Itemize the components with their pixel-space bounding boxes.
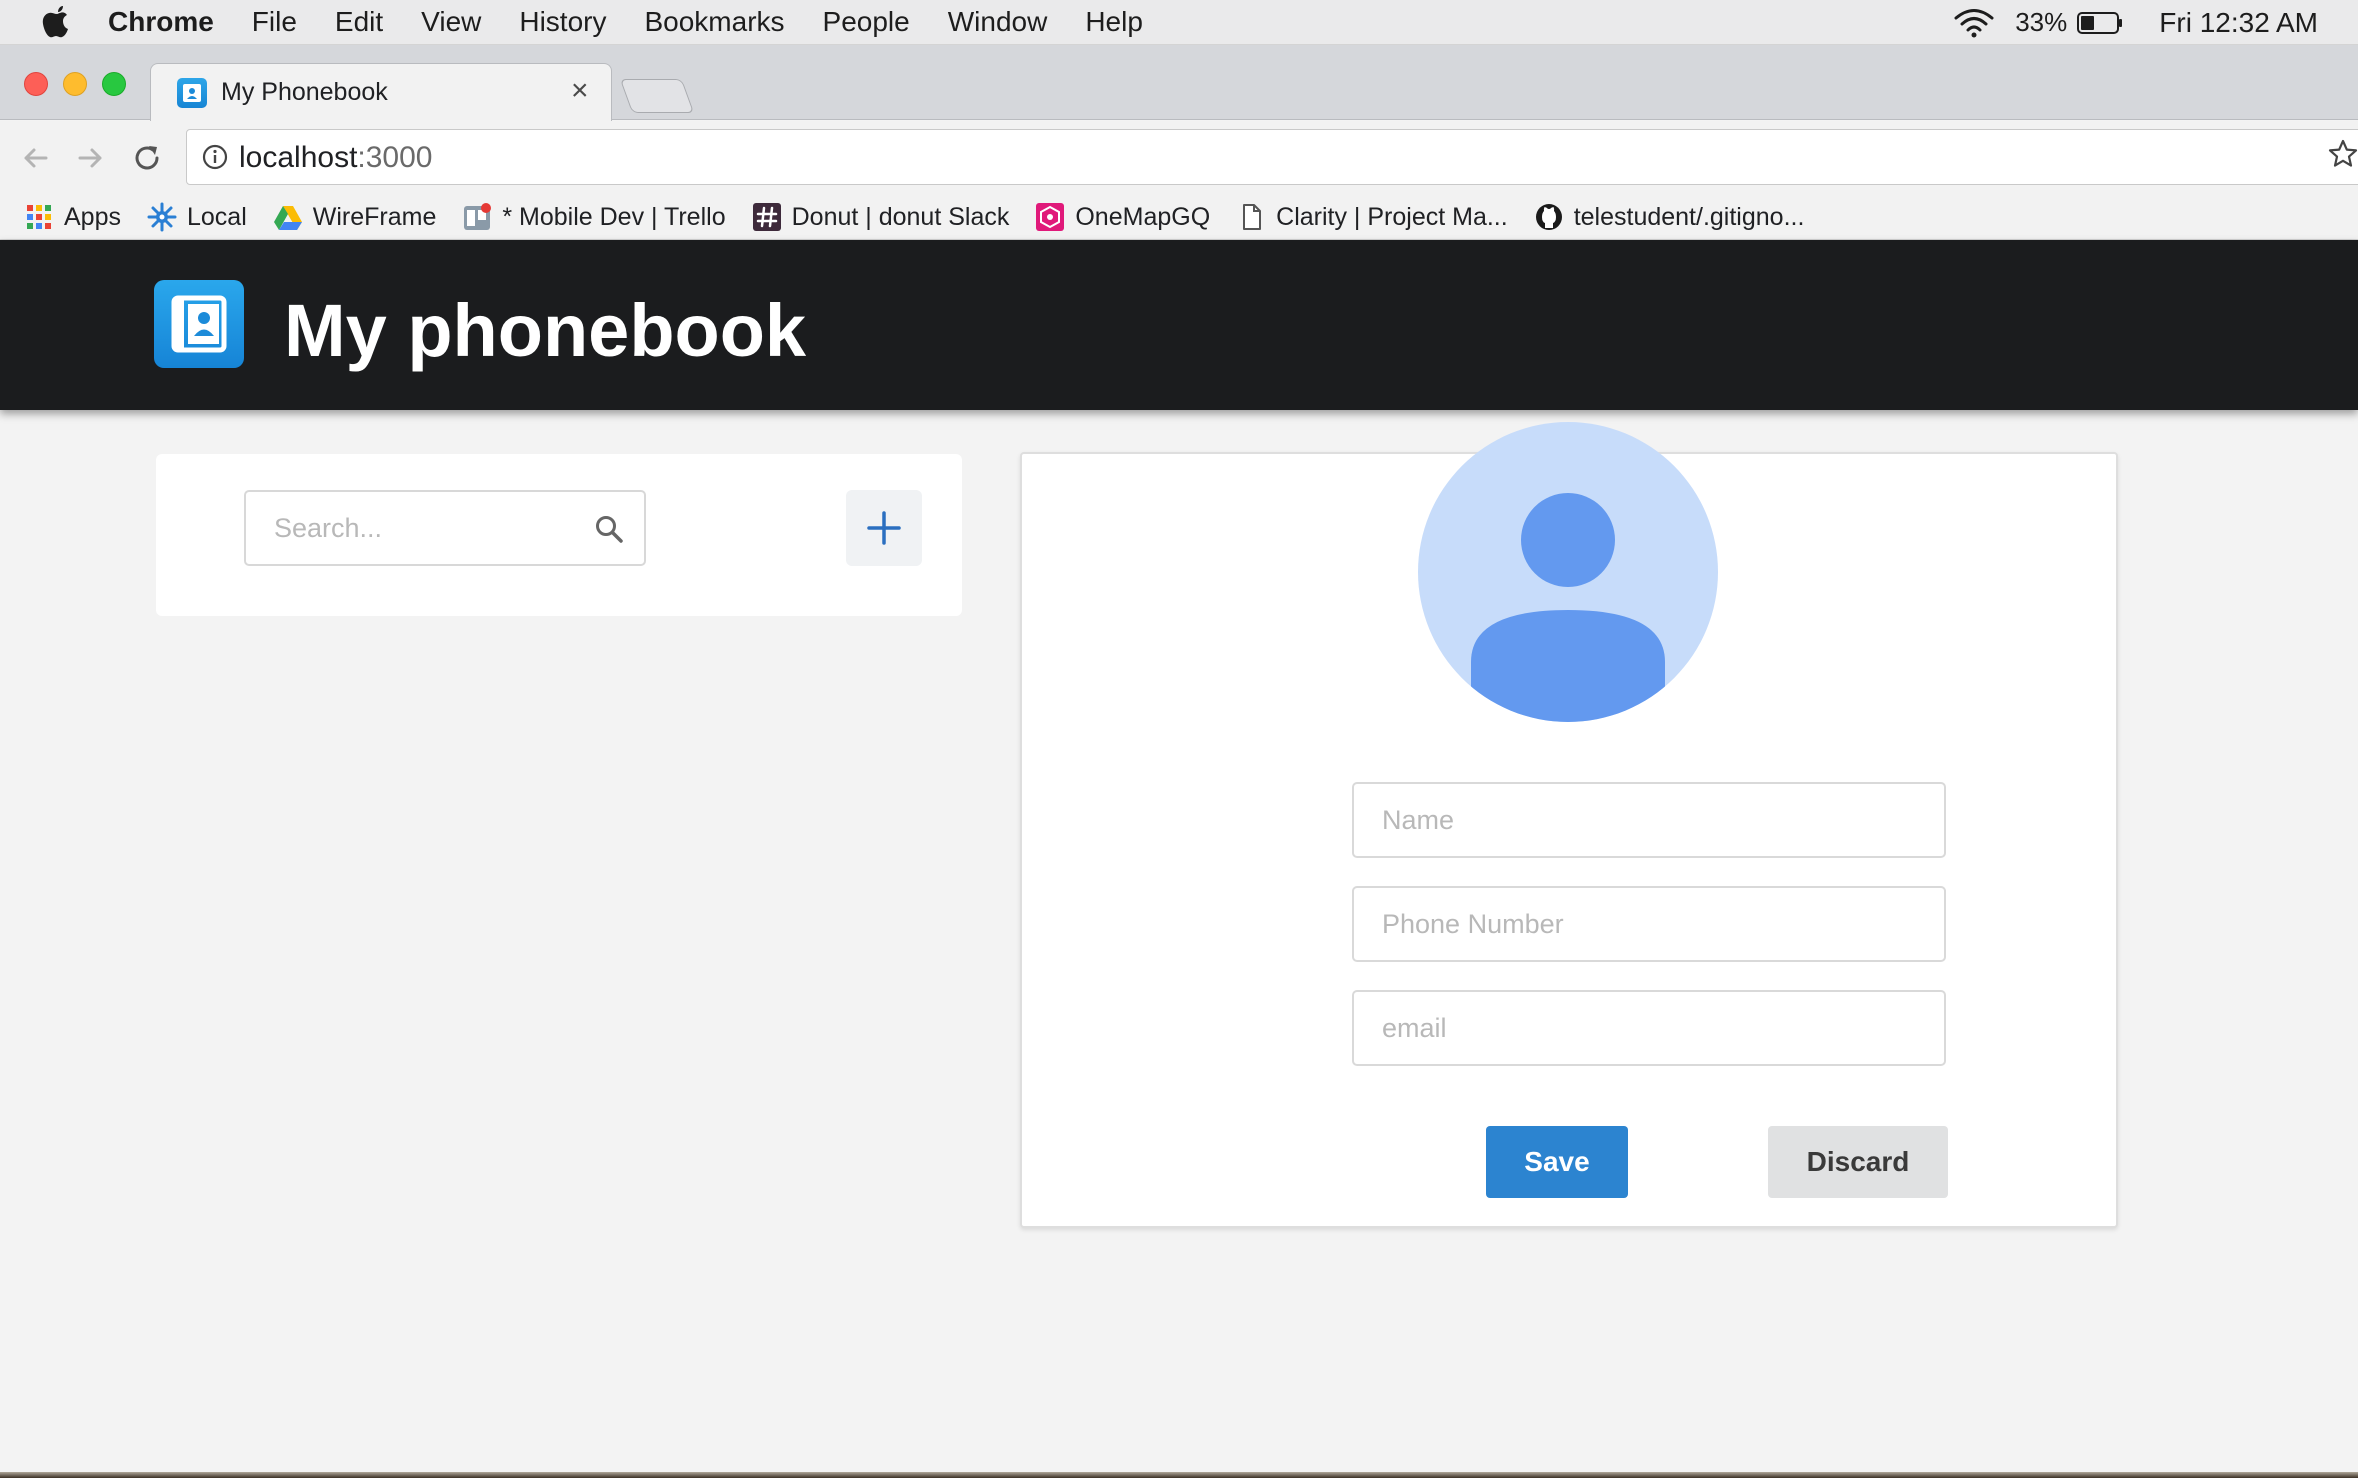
browser-toolbar: localhost:3000: [0, 121, 2358, 195]
bookmark-label: WireFrame: [312, 202, 437, 231]
trello-icon: [464, 203, 492, 230]
forward-arrow-icon[interactable]: [74, 141, 108, 175]
bookmark-label: Local: [186, 202, 247, 231]
slack-hash-icon: [752, 203, 781, 231]
apps-grid-icon: [27, 205, 51, 229]
menu-bookmarks[interactable]: Bookmarks: [644, 6, 784, 38]
wifi-icon[interactable]: [1953, 7, 1995, 39]
bookmark-star-icon[interactable]: [2326, 137, 2358, 171]
menu-file[interactable]: File: [252, 6, 297, 38]
bookmark-github[interactable]: telestudent/.gitigno...: [1534, 202, 1805, 232]
discard-button[interactable]: Discard: [1768, 1126, 1948, 1198]
name-field[interactable]: [1352, 782, 1946, 858]
window-minimize-button[interactable]: [63, 72, 87, 96]
email-field[interactable]: [1352, 990, 1946, 1066]
bookmark-label: Clarity | Project Ma...: [1276, 202, 1508, 231]
bookmark-label: Donut | donut Slack: [791, 202, 1010, 231]
bookmark-trello[interactable]: * Mobile Dev | Trello: [462, 202, 726, 232]
search-box: [244, 490, 646, 566]
local-gear-icon: [147, 202, 177, 232]
tab-close-icon[interactable]: ×: [571, 74, 589, 108]
github-icon: [1535, 204, 1562, 230]
menu-edit[interactable]: Edit: [335, 6, 383, 38]
menu-people[interactable]: People: [823, 6, 910, 38]
url-text: localhost:3000: [239, 141, 432, 175]
menu-app-chrome[interactable]: Chrome: [108, 6, 214, 38]
bookmark-apps[interactable]: Apps: [24, 202, 121, 232]
menu-window[interactable]: Window: [948, 6, 1048, 38]
search-input[interactable]: [246, 492, 586, 564]
macos-menu-bar: Chrome File Edit View History Bookmarks …: [0, 0, 2358, 45]
tab-title: My Phonebook: [221, 78, 388, 106]
bookmarks-bar: Apps Local WireFrame * Mobile Dev | Trel…: [0, 195, 2358, 240]
battery-percent: 33%: [2015, 7, 2068, 37]
page-icon: [1243, 204, 1262, 230]
add-contact-button[interactable]: [846, 490, 922, 566]
bookmark-local[interactable]: Local: [147, 202, 247, 232]
bookmark-label: OneMapGQ: [1075, 202, 1211, 231]
google-drive-icon: [273, 206, 302, 230]
phonebook-favicon-icon: [177, 78, 207, 108]
address-bar[interactable]: localhost:3000: [186, 129, 2358, 185]
app-title: My phonebook: [284, 289, 807, 372]
bookmark-wireframe[interactable]: WireFrame: [273, 202, 437, 232]
avatar-placeholder-icon: [1418, 422, 1718, 722]
app-header: My phonebook: [0, 240, 2358, 410]
window-zoom-button[interactable]: [102, 72, 126, 96]
contacts-panel: [156, 454, 962, 616]
menubar-status-area: 33% Fri 12:32 AM: [1953, 0, 2358, 45]
back-arrow-icon[interactable]: [18, 141, 52, 175]
menu-help[interactable]: Help: [1085, 6, 1143, 38]
menu-view[interactable]: View: [421, 6, 481, 38]
onemap-icon: [1036, 203, 1065, 231]
url-host: localhost: [239, 141, 358, 174]
bookmark-slack[interactable]: Donut | donut Slack: [752, 202, 1010, 232]
bookmark-onemapgq[interactable]: OneMapGQ: [1035, 202, 1210, 232]
menu-history[interactable]: History: [519, 6, 606, 38]
search-icon[interactable]: [594, 514, 624, 544]
bookmark-label: * Mobile Dev | Trello: [502, 202, 726, 231]
browser-tab-active[interactable]: My Phonebook ×: [150, 63, 612, 121]
phonebook-logo-icon: [154, 280, 244, 368]
site-info-icon[interactable]: [201, 143, 229, 171]
window-bottom-edge: [0, 1472, 2358, 1478]
bookmark-label: Apps: [64, 202, 121, 231]
window-close-button[interactable]: [24, 72, 48, 96]
apple-logo-icon[interactable]: [40, 4, 74, 40]
browser-tab-strip: My Phonebook ×: [0, 45, 2358, 121]
plus-icon: [867, 511, 901, 545]
save-button[interactable]: Save: [1486, 1126, 1628, 1198]
bookmark-label: telestudent/.gitigno...: [1573, 202, 1805, 231]
url-port: :3000: [357, 141, 433, 174]
bookmark-clarity[interactable]: Clarity | Project Ma...: [1236, 202, 1508, 232]
reload-icon[interactable]: [130, 141, 164, 175]
menubar-clock[interactable]: Fri 12:32 AM: [2159, 7, 2318, 39]
new-tab-button[interactable]: [619, 79, 695, 113]
battery-icon[interactable]: [2077, 11, 2123, 35]
phone-number-field[interactable]: [1352, 886, 1946, 962]
